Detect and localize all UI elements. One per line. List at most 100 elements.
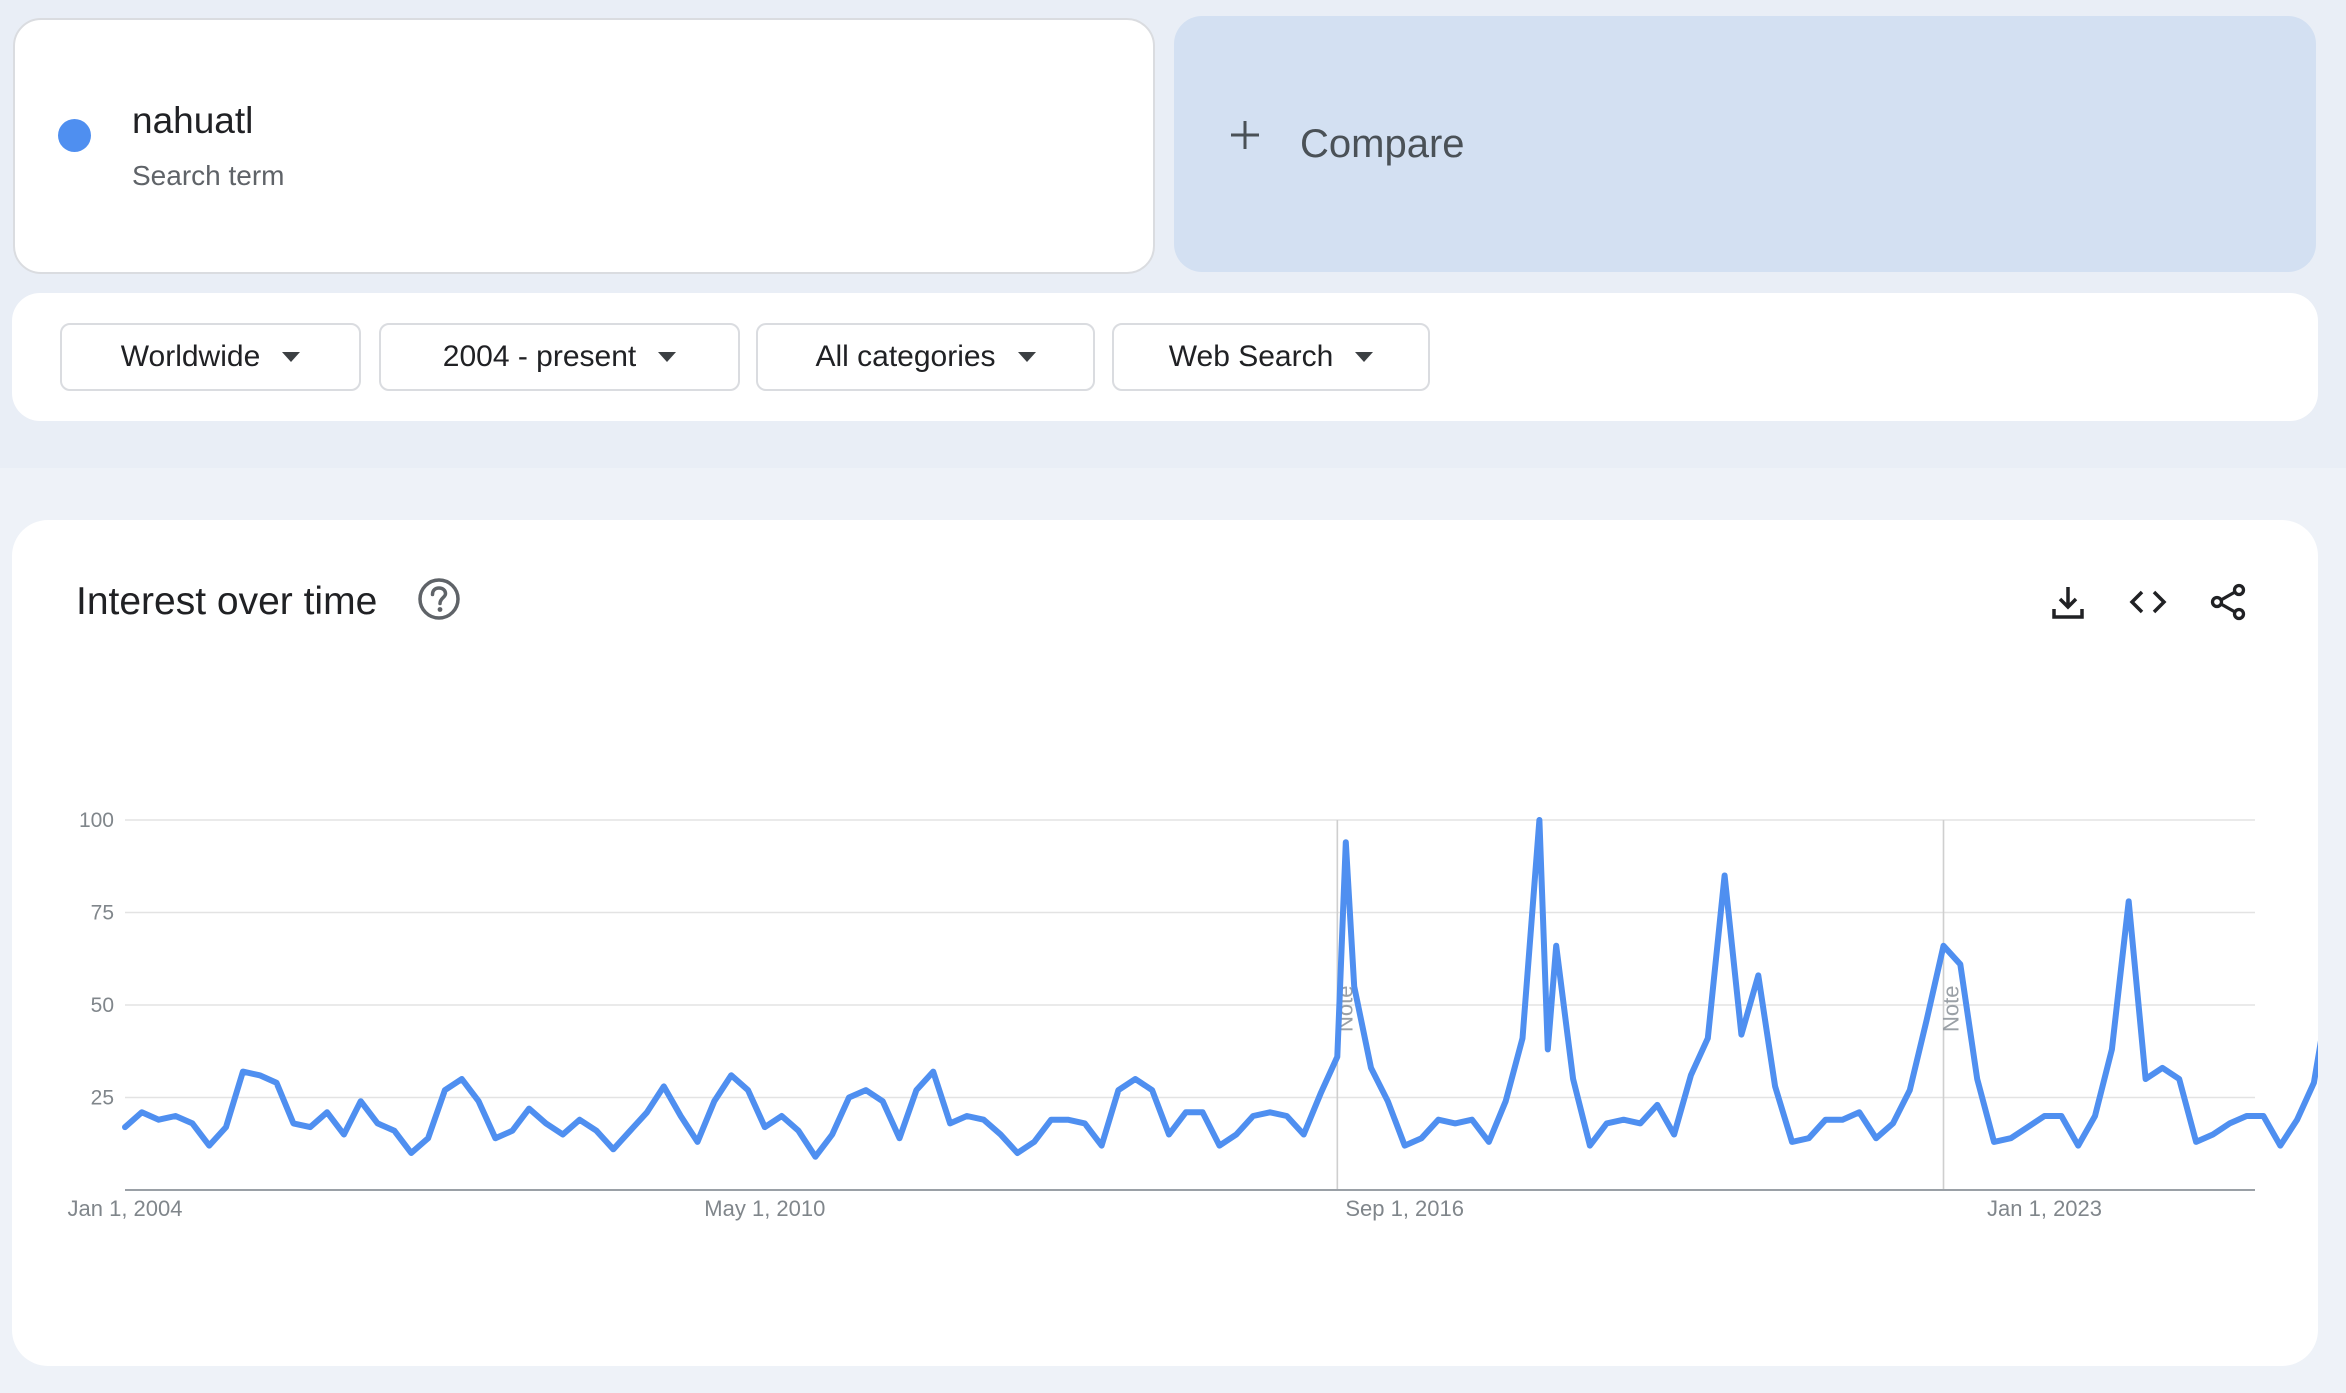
data-point [209,1145,210,1146]
data-point [596,1130,597,1131]
data-point [2095,1116,2096,1117]
data-point [748,1090,749,1091]
x-tick-label: Jan 1, 2023 [1987,1196,2102,1221]
data-point [714,1101,715,1102]
data-point [562,1134,563,1135]
data-point [815,1156,816,1157]
data-point [1253,1116,1254,1117]
data-point [1118,1090,1119,1091]
x-tick-label: Jan 1, 2004 [68,1196,183,1221]
data-point [1994,1141,1995,1142]
time-range-filter-label: 2004 - present [442,340,637,373]
data-point [1522,1038,1523,1039]
data-point [1808,1138,1809,1139]
caret-down-icon [658,352,677,362]
data-point [1547,1049,1548,1050]
data-point [293,1123,294,1124]
data-point [832,1134,833,1135]
data-point [1640,1123,1641,1124]
data-point [899,1138,900,1139]
data-point [1943,945,1944,946]
data-point [478,1101,479,1102]
data-point [1876,1138,1877,1139]
data-point [1573,1079,1574,1080]
data-point [175,1116,176,1117]
data-point [1505,1101,1506,1102]
data-point [327,1112,328,1113]
data-point [545,1123,546,1124]
data-point [1051,1119,1052,1120]
data-point [1893,1123,1894,1124]
data-point [1589,1145,1590,1146]
data-point [2196,1141,2197,1142]
data-point [1000,1134,1001,1135]
data-point [2280,1145,2281,1146]
data-point [444,1090,445,1091]
data-point [916,1090,917,1091]
time-range-filter[interactable]: 2004 - present [379,323,740,391]
data-point [1758,975,1759,976]
data-point [1488,1141,1489,1142]
data-point [428,1138,429,1139]
data-point [1034,1141,1035,1142]
data-point [394,1130,395,1131]
data-point [1017,1153,1018,1154]
data-point [798,1130,799,1131]
data-point [647,1112,648,1113]
data-point [495,1138,496,1139]
data-point [731,1075,732,1076]
data-point [2212,1134,2213,1135]
data-point [1842,1119,1843,1120]
data-point [1606,1123,1607,1124]
data-point [1286,1116,1287,1117]
data-point [1674,1134,1675,1135]
data-point [2162,1067,2163,1068]
caret-down-icon [282,352,301,362]
data-point [1337,1056,1338,1057]
data-point [2297,1119,2298,1120]
data-point [1084,1123,1085,1124]
x-tick-label: May 1, 2010 [704,1196,825,1221]
data-point [1202,1112,1203,1113]
data-point [663,1086,664,1087]
data-point [1539,820,1540,821]
region-filter[interactable]: Worldwide [60,323,361,391]
search-type-filter[interactable]: Web Search [1112,323,1430,391]
data-point [1236,1134,1237,1135]
data-point [2128,901,2129,902]
search-term-name[interactable]: nahuatl [132,100,253,142]
data-point [933,1071,934,1072]
data-point [882,1101,883,1102]
data-point [1657,1104,1658,1105]
data-point [613,1149,614,1150]
data-point [259,1075,260,1076]
data-point [1354,986,1355,987]
data-point [1345,842,1346,843]
data-point [2229,1123,2230,1124]
data-point [2061,1116,2062,1117]
data-point [2179,1079,2180,1080]
data-point [1960,964,1961,965]
x-tick-label: Sep 1, 2016 [1345,1196,1464,1221]
search-term-card[interactable]: nahuatl Search term [13,18,1155,274]
data-point [2263,1116,2264,1117]
data-point [360,1101,361,1102]
data-point [1387,1101,1388,1102]
region-filter-label: Worldwide [120,340,261,373]
data-point [2027,1127,2028,1128]
category-filter[interactable]: All categories [756,323,1095,391]
compare-button[interactable]: Compare [1174,16,2316,272]
data-point [849,1097,850,1098]
data-point [1404,1145,1405,1146]
data-point [1775,1086,1776,1087]
category-filter-label: All categories [815,340,996,373]
data-point [1859,1112,1860,1113]
data-point [2246,1116,2247,1117]
data-point [242,1071,243,1072]
search-term-type: Search term [132,160,285,191]
data-point [1185,1112,1186,1113]
data-point [1101,1145,1102,1146]
data-point [1067,1119,1068,1120]
data-point [2313,1082,2314,1083]
data-point [1303,1134,1304,1135]
